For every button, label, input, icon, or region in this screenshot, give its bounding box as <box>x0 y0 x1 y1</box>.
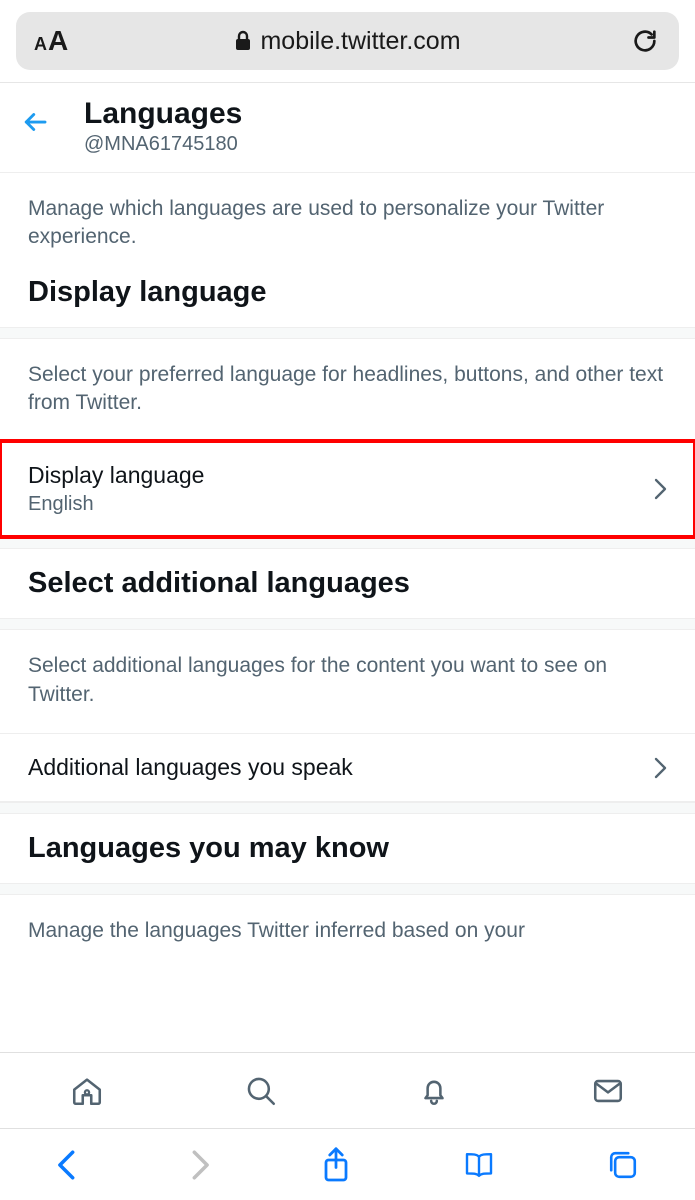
search-icon <box>244 1074 278 1108</box>
section-spacer <box>0 883 695 895</box>
book-icon <box>461 1150 497 1180</box>
reload-button[interactable] <box>631 27 659 55</box>
notifications-tab[interactable] <box>417 1074 451 1108</box>
twitter-tabbar <box>0 1052 695 1128</box>
lock-icon <box>234 30 252 52</box>
tabs-button[interactable] <box>606 1148 640 1182</box>
page-title: Languages <box>84 97 242 131</box>
row-label: Display language <box>28 462 204 489</box>
url-text: mobile.twitter.com <box>260 27 460 56</box>
chevron-right-icon <box>188 1148 212 1182</box>
page-intro-text: Manage which languages are used to perso… <box>0 173 695 276</box>
browser-forward-button <box>188 1148 212 1182</box>
row-label: Additional languages you speak <box>28 754 353 781</box>
row-value: English <box>28 493 204 516</box>
section-spacer <box>0 537 695 549</box>
back-button[interactable] <box>20 107 50 137</box>
envelope-icon <box>591 1074 625 1108</box>
section-display-language-title: Display language <box>0 276 695 327</box>
home-tab[interactable] <box>70 1074 104 1108</box>
browser-back-button[interactable] <box>55 1148 79 1182</box>
section-languages-you-may-know-title: Languages you may know <box>0 814 695 883</box>
section-additional-languages-title: Select additional languages <box>0 549 695 618</box>
chevron-right-icon <box>653 756 667 780</box>
arrow-left-icon <box>20 107 50 137</box>
chevron-right-icon <box>653 477 667 501</box>
display-language-row[interactable]: Display language English <box>0 441 695 537</box>
share-icon <box>321 1146 351 1184</box>
share-button[interactable] <box>321 1146 351 1184</box>
bell-icon <box>417 1074 451 1108</box>
messages-tab[interactable] <box>591 1074 625 1108</box>
bookmarks-button[interactable] <box>461 1150 497 1180</box>
safari-url-bar: AA mobile.twitter.com <box>0 0 695 82</box>
url-display[interactable]: mobile.twitter.com <box>234 27 460 56</box>
section-display-language-desc: Select your preferred language for headl… <box>0 339 695 442</box>
section-languages-you-may-know-desc: Manage the languages Twitter inferred ba… <box>0 895 695 945</box>
reader-aa-button[interactable]: AA <box>34 25 68 57</box>
reload-icon <box>631 27 659 55</box>
url-pill[interactable]: AA mobile.twitter.com <box>16 12 679 70</box>
home-icon <box>70 1074 104 1108</box>
safari-toolbar <box>0 1128 695 1200</box>
section-spacer <box>0 618 695 630</box>
user-handle: @MNA61745180 <box>84 133 242 156</box>
section-additional-languages-desc: Select additional languages for the cont… <box>0 630 695 733</box>
section-spacer <box>0 327 695 339</box>
chevron-left-icon <box>55 1148 79 1182</box>
section-spacer <box>0 802 695 814</box>
search-tab[interactable] <box>244 1074 278 1108</box>
tabs-icon <box>606 1148 640 1182</box>
additional-languages-row[interactable]: Additional languages you speak <box>0 733 695 802</box>
page-header: Languages @MNA61745180 <box>0 83 695 173</box>
